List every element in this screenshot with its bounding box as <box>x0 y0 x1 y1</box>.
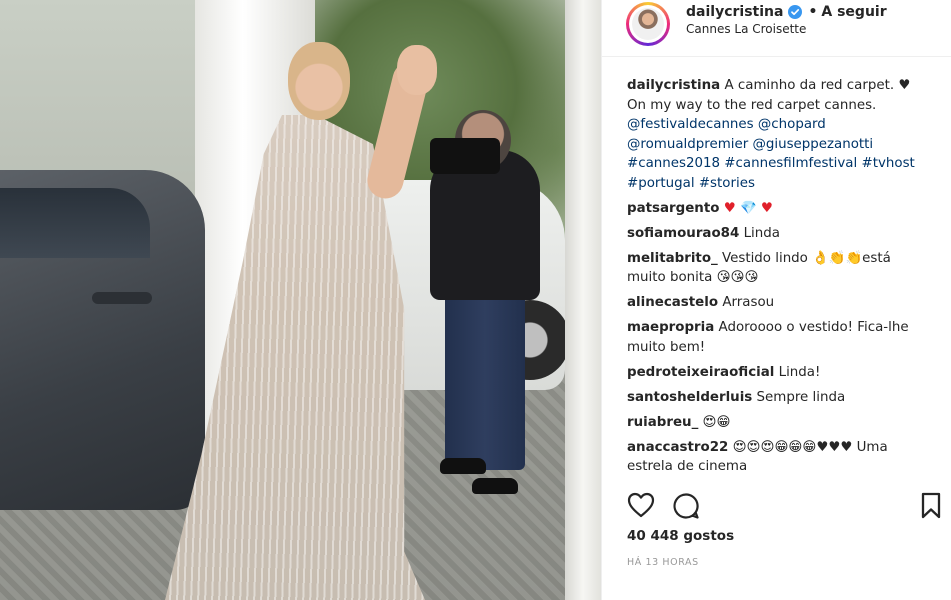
comment: alinecastelo Arrasou <box>627 293 932 313</box>
post-photo[interactable] <box>0 0 601 600</box>
comment: sofiamourao84 Linda <box>627 224 932 244</box>
avatar-ring-gap <box>629 5 667 43</box>
comment-text: Sempre linda <box>756 389 846 405</box>
comment-username[interactable]: pedroteixeiraoficial <box>627 365 774 380</box>
shoe <box>472 478 518 494</box>
caption-text: A caminho da red carpet. <box>724 78 895 93</box>
comment-text: Linda <box>743 225 780 241</box>
comment: santoshelderluis Sempre linda <box>627 388 932 408</box>
caption-mentions[interactable]: @romualdpremier @giuseppezanotti <box>627 135 932 155</box>
avatar[interactable] <box>626 2 670 46</box>
caption-hashtags[interactable]: #cannes2018 #cannesfilmfestival #tvhost <box>627 154 932 174</box>
comment-text: 😍😁 <box>702 414 731 430</box>
comment-username[interactable]: santoshelderluis <box>627 390 752 405</box>
caption-username[interactable]: dailycristina <box>627 78 720 93</box>
comment-text: ♥ 💎 ♥ <box>723 200 773 216</box>
likes-count[interactable]: 40 448 gostos <box>627 528 734 544</box>
comment: patsargento ♥ 💎 ♥ <box>627 199 932 219</box>
comment-username[interactable]: patsargento <box>627 201 719 216</box>
comment: anaccastro22 😍😍😍😁😁😁♥♥♥ Uma estrela de ci… <box>627 438 932 477</box>
photographer-legs <box>445 290 525 470</box>
location-link[interactable]: Cannes La Croisette <box>686 22 806 36</box>
instagram-post: dailycristina • A seguir Cannes La Crois… <box>0 0 951 600</box>
comment-username[interactable]: melitabrito_ <box>627 251 718 266</box>
comments-list: dailycristina A caminho da red carpet. ♥… <box>627 76 932 486</box>
comment-username[interactable]: maepropria <box>627 320 714 335</box>
comment: pedroteixeiraoficial Linda! <box>627 363 932 383</box>
bookmark-icon[interactable] <box>920 492 942 520</box>
shoe <box>440 458 486 474</box>
comment-username[interactable]: sofiamourao84 <box>627 226 739 241</box>
comment: ruiabreu_ 😍😁 <box>627 413 932 433</box>
comment-bubble-icon[interactable] <box>672 492 700 520</box>
comment: maepropria Adoroooo o vestido! Fica-lhe … <box>627 318 932 357</box>
caption-hashtags[interactable]: #portugal #stories <box>627 174 932 194</box>
post-timestamp[interactable]: HÁ 13 HORAS <box>627 557 699 568</box>
header-username[interactable]: dailycristina <box>686 4 783 20</box>
avatar-image <box>632 8 664 40</box>
woman-head <box>288 42 350 120</box>
verified-badge-icon <box>788 5 803 19</box>
comment-text: Linda! <box>778 364 821 380</box>
action-bar <box>602 486 951 526</box>
follow-separator: • <box>808 4 818 20</box>
following-button[interactable]: A seguir <box>821 4 886 20</box>
caption: dailycristina A caminho da red carpet. ♥… <box>627 76 932 193</box>
comment-username[interactable]: anaccastro22 <box>627 440 728 455</box>
heart-outline-icon[interactable] <box>627 492 655 518</box>
car-window <box>0 188 150 258</box>
comment-text: Arrasou <box>722 295 775 310</box>
white-pillar <box>565 0 601 600</box>
car-door-handle <box>92 292 152 304</box>
post-header: dailycristina • A seguir Cannes La Crois… <box>602 0 951 57</box>
caption-heart: ♥ <box>898 78 911 93</box>
caption-text: On my way to the red carpet cannes. <box>627 97 877 113</box>
post-side-panel: dailycristina • A seguir Cannes La Crois… <box>601 0 951 600</box>
caption-mentions[interactable]: @festivaldecannes @chopard <box>627 115 932 135</box>
comment-username[interactable]: ruiabreu_ <box>627 415 698 430</box>
comment-username[interactable]: alinecastelo <box>627 295 718 310</box>
header-user-row: dailycristina • A seguir <box>686 2 887 22</box>
camera <box>430 138 500 174</box>
waving-hand <box>397 45 437 95</box>
comment: melitabrito_ Vestido lindo 👌👏👏está muito… <box>627 249 932 288</box>
